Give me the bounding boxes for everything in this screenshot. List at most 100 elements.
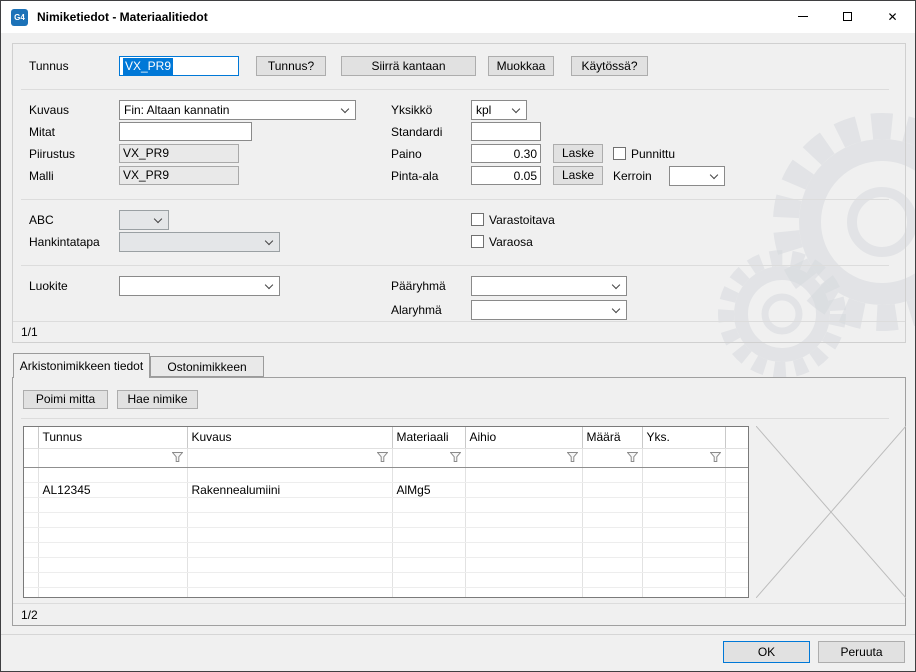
table-row <box>24 497 748 512</box>
chevron-down-icon <box>154 215 162 223</box>
tunnus-input[interactable]: VX_PR9 <box>119 56 239 76</box>
filter-icon[interactable] <box>567 451 578 465</box>
table-cell <box>642 467 725 482</box>
minimize-button[interactable] <box>780 1 825 32</box>
table-cell <box>725 482 748 497</box>
table-cell <box>392 557 465 572</box>
table-cell <box>642 587 725 598</box>
yksikko-select[interactable]: kpl <box>471 100 527 120</box>
separator-line <box>13 603 905 604</box>
table-cell <box>582 512 642 527</box>
table-cell <box>392 587 465 598</box>
table-cell <box>187 542 392 557</box>
abc-select[interactable] <box>119 210 169 230</box>
standardi-input[interactable] <box>471 122 541 141</box>
paaryhma-select[interactable] <box>471 276 627 296</box>
siirra-kantaan-button[interactable]: Siirrä kantaan <box>341 56 476 76</box>
table-cell <box>642 572 725 587</box>
kaytossa-button[interactable]: Käytössä? <box>571 56 648 76</box>
varaosa-label: Varaosa <box>489 232 533 252</box>
abc-label: ABC <box>29 210 54 230</box>
column-header-maara[interactable]: Määrä <box>582 427 642 448</box>
table-cell <box>187 587 392 598</box>
table-cell <box>187 572 392 587</box>
tab-arkistonimikkeen-tiedot[interactable]: Arkistonimikkeen tiedot <box>13 353 150 378</box>
filter-icon[interactable] <box>627 451 638 465</box>
separator-line <box>21 199 889 200</box>
form-pager: 1/1 <box>21 324 38 340</box>
filter-icon[interactable] <box>377 451 388 465</box>
table-cell <box>582 467 642 482</box>
maximize-button[interactable] <box>825 1 870 32</box>
punnittu-label: Punnittu <box>631 144 675 164</box>
table-row <box>24 572 748 587</box>
column-header-kuvaus[interactable]: Kuvaus <box>187 427 392 448</box>
varaosa-checkbox[interactable] <box>471 235 484 248</box>
minimize-icon <box>798 16 808 17</box>
separator-line <box>13 321 905 322</box>
table-cell <box>392 527 465 542</box>
luokite-select[interactable] <box>119 276 280 296</box>
hae-nimike-button[interactable]: Hae nimike <box>117 390 198 409</box>
kuvaus-select[interactable]: Fin: Altaan kannatin <box>119 100 356 120</box>
column-header-aihio[interactable]: Aihio <box>465 427 582 448</box>
table-row <box>24 557 748 572</box>
preview-placeholder <box>756 426 906 598</box>
table-cell <box>465 557 582 572</box>
yksikko-value: kpl <box>476 101 508 119</box>
chevron-down-icon <box>265 237 273 245</box>
table-cell <box>38 527 187 542</box>
paino-input[interactable] <box>471 144 541 163</box>
items-grid: Tunnus Kuvaus Materiaali Aihio Määrä Yks… <box>23 426 749 598</box>
laske-paino-button[interactable]: Laske <box>553 144 603 163</box>
column-header-tunnus[interactable]: Tunnus <box>38 427 187 448</box>
hankintatapa-select[interactable] <box>119 232 280 252</box>
piirustus-field: VX_PR9 <box>119 144 239 163</box>
filter-icon[interactable] <box>450 451 461 465</box>
chevron-down-icon <box>612 305 620 313</box>
table-cell <box>582 527 642 542</box>
laske-pinta-ala-button[interactable]: Laske <box>553 166 603 185</box>
row-gutter <box>24 467 38 482</box>
table-cell <box>725 572 748 587</box>
row-gutter <box>24 542 38 557</box>
table-cell <box>187 527 392 542</box>
close-button[interactable]: ✕ <box>870 1 915 32</box>
filter-icon[interactable] <box>710 451 721 465</box>
poimi-mitta-button[interactable]: Poimi mitta <box>23 390 108 409</box>
table-cell <box>725 587 748 598</box>
table-cell <box>725 497 748 512</box>
alaryhma-select[interactable] <box>471 300 627 320</box>
kerroin-select[interactable] <box>669 166 725 186</box>
alaryhma-label: Alaryhmä <box>391 300 442 320</box>
varastoitava-checkbox[interactable] <box>471 213 484 226</box>
table-cell <box>187 448 392 467</box>
row-gutter <box>24 587 38 598</box>
table-row[interactable]: AL12345 Rakennealumiini AlMg5 <box>24 482 748 497</box>
titlebar[interactable]: G4 Nimiketiedot - Materiaalitiedot ✕ <box>1 1 915 33</box>
table-row <box>24 467 748 482</box>
tunnus-question-button[interactable]: Tunnus? <box>256 56 326 76</box>
row-gutter <box>24 512 38 527</box>
muokkaa-button[interactable]: Muokkaa <box>488 56 554 76</box>
peruuta-button[interactable]: Peruuta <box>818 641 905 663</box>
punnittu-checkbox[interactable] <box>613 147 626 160</box>
tab-ostonimikkeen-tiedot[interactable]: Ostonimikkeen tiedot <box>150 356 264 377</box>
column-header-yks[interactable]: Yks. <box>642 427 725 448</box>
row-gutter <box>24 427 38 448</box>
table-cell <box>642 448 725 467</box>
paino-label: Paino <box>391 144 422 164</box>
column-header-spacer <box>725 427 748 448</box>
filter-icon[interactable] <box>172 451 183 465</box>
ok-button[interactable]: OK <box>723 641 810 663</box>
column-header-materiaali[interactable]: Materiaali <box>392 427 465 448</box>
chevron-down-icon <box>512 105 520 113</box>
table-cell <box>725 557 748 572</box>
table-cell <box>38 467 187 482</box>
pinta-ala-input[interactable] <box>471 166 541 185</box>
table-cell <box>642 557 725 572</box>
hankintatapa-label: Hankintatapa <box>29 232 100 252</box>
table-cell <box>38 512 187 527</box>
mitat-input[interactable] <box>119 122 252 141</box>
row-gutter <box>24 497 38 512</box>
